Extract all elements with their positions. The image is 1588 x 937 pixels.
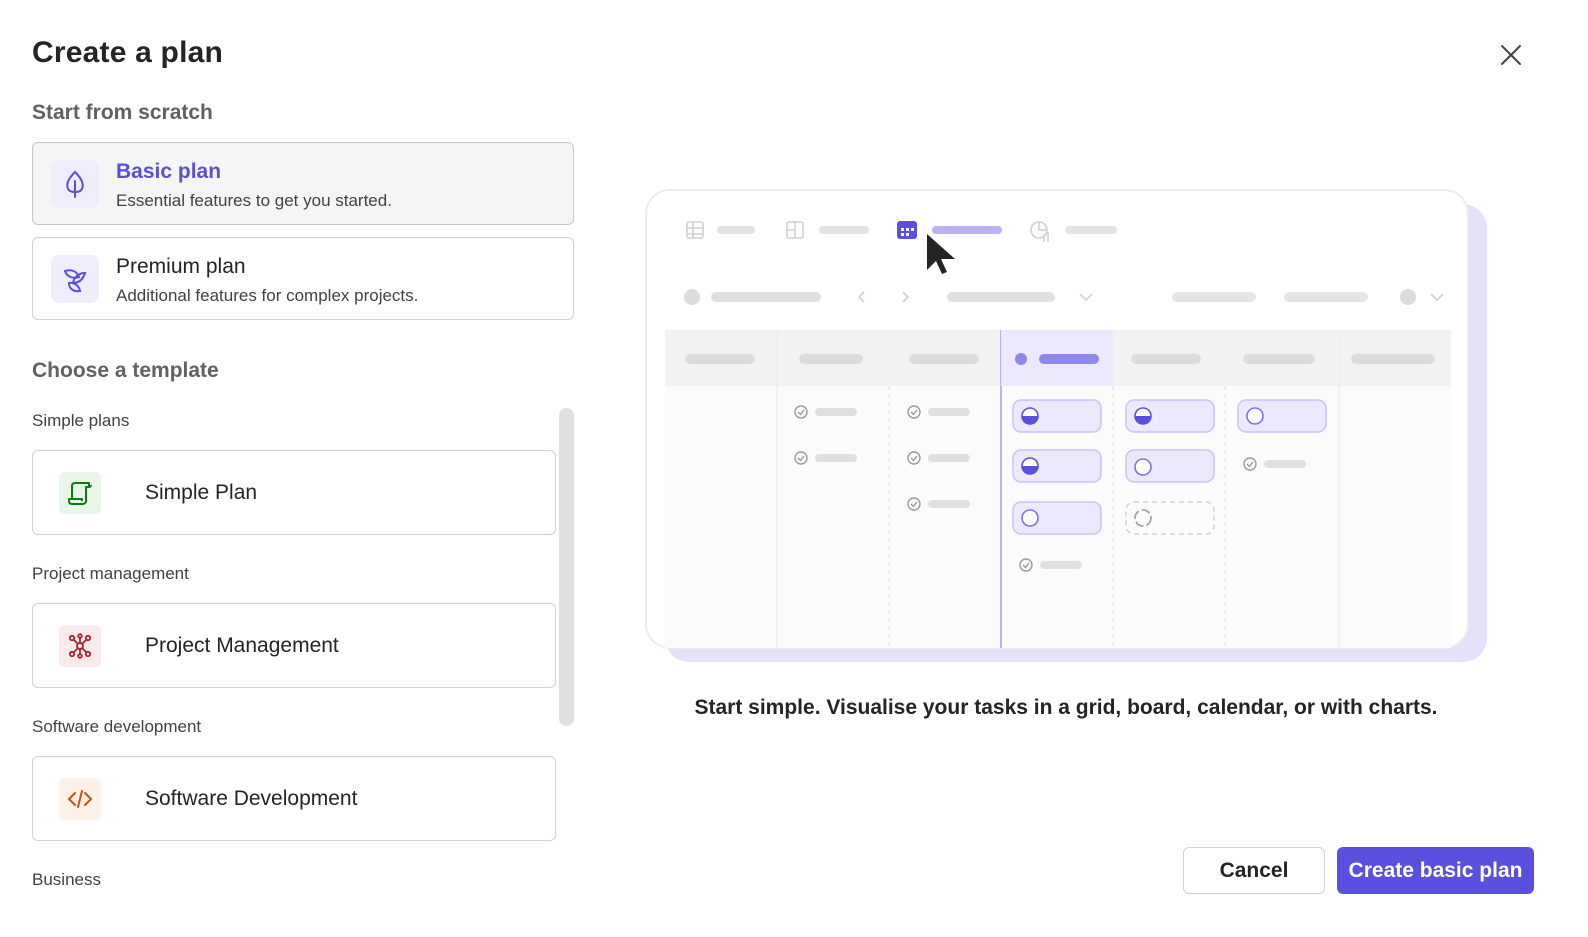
close-icon [1501, 45, 1521, 65]
template-card-simple-plan[interactable]: Simple Plan [32, 450, 556, 535]
template-list-scrollbar[interactable] [559, 408, 574, 726]
group-label-software-development: Software development [32, 717, 202, 736]
cancel-button[interactable]: Cancel [1183, 847, 1325, 894]
premium-leaves-icon [51, 255, 99, 303]
group-label-simple-plans: Simple plans [32, 411, 130, 430]
plan-preview-illustration [645, 188, 1490, 666]
plan-name: Premium plan [116, 255, 246, 278]
template-name: Project Management [145, 634, 339, 657]
plan-description: Essential features to get you started. [116, 191, 392, 210]
group-label-project-management: Project management [32, 564, 189, 583]
network-icon [59, 625, 101, 667]
preview-caption: Start simple. Visualise your tasks in a … [694, 696, 1438, 719]
template-card-software-development[interactable]: Software Development [32, 756, 556, 841]
scroll-icon [59, 472, 101, 514]
template-name: Simple Plan [145, 481, 258, 504]
code-icon [59, 778, 101, 820]
plan-description: Additional features for complex projects… [116, 286, 419, 305]
dialog-title: Create a plan [32, 36, 224, 69]
basic-plan-card[interactable]: Basic plan Essential features to get you… [32, 142, 574, 225]
create-plan-dialog: Create a plan Start from scratch Basic p… [0, 0, 1588, 937]
calendar-view-icon [897, 221, 917, 239]
premium-plan-card[interactable]: Premium plan Additional features for com… [32, 237, 574, 320]
close-button[interactable] [1494, 38, 1528, 72]
leaf-icon [51, 160, 99, 208]
group-label-business: Business [32, 870, 101, 889]
start-from-scratch-heading: Start from scratch [32, 101, 213, 124]
create-basic-plan-button[interactable]: Create basic plan [1337, 847, 1534, 894]
choose-template-heading: Choose a template [32, 359, 219, 382]
template-name: Software Development [145, 787, 358, 810]
template-card-project-management[interactable]: Project Management [32, 603, 556, 688]
plan-name: Basic plan [116, 160, 222, 183]
